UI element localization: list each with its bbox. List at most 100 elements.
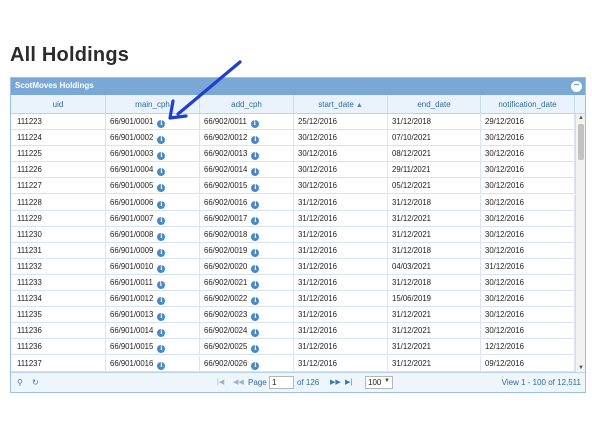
info-icon[interactable]: i bbox=[157, 216, 166, 225]
cell-end-date: 31/12/2018 bbox=[388, 194, 481, 211]
table-row[interactable]: 111235 66/901/0013 i 66/902/0023 i 31/12/2016… bbox=[11, 307, 575, 324]
info-icon[interactable]: i bbox=[156, 281, 165, 289]
table-row[interactable]: 111230 66/901/0008 i 66/902/0018 i 31/12/2016… bbox=[11, 226, 575, 243]
table-row[interactable]: 111232 66/901/0010 i 66/902/0020 i 31/12/2016… bbox=[11, 258, 575, 275]
info-icon[interactable]: i bbox=[251, 152, 260, 161]
cell-value: 66/902/0016 bbox=[204, 197, 248, 207]
cell-main-cph: 66/901/0008 i bbox=[106, 226, 200, 243]
info-icon[interactable]: i bbox=[251, 168, 260, 177]
search-icon[interactable]: ⚲ bbox=[17, 378, 23, 387]
info-icon[interactable]: i bbox=[157, 345, 166, 354]
scroll-up-icon[interactable]: ▲ bbox=[578, 115, 584, 121]
cell-value: 30/12/2016 bbox=[485, 149, 525, 159]
info-icon[interactable]: i bbox=[157, 200, 166, 209]
minus-circle-icon[interactable]: − bbox=[571, 81, 582, 92]
info-icon[interactable]: i bbox=[251, 264, 260, 273]
info-icon[interactable]: i bbox=[157, 248, 166, 257]
info-icon[interactable]: i bbox=[251, 184, 260, 193]
cell-end-date: 15/06/2019 bbox=[388, 291, 481, 308]
cell-value: 111228 bbox=[17, 197, 42, 207]
cell-value: 66/901/0010 bbox=[110, 261, 154, 271]
cell-add-cph: 66/902/0014 i bbox=[200, 162, 294, 179]
cell-value: 66/902/0019 bbox=[204, 245, 248, 255]
column-header-add-cph[interactable]: add_cph bbox=[200, 95, 294, 114]
info-icon[interactable]: i bbox=[251, 248, 260, 257]
info-icon[interactable]: i bbox=[157, 120, 166, 128]
column-header-label: start_date bbox=[318, 100, 354, 109]
table-row[interactable]: 111237 66/901/0016 i 66/902/0026 i 31/12/2016… bbox=[11, 355, 575, 372]
info-icon[interactable]: i bbox=[157, 329, 166, 338]
cell-start-date: 31/12/2016 bbox=[294, 242, 388, 259]
scroll-thumb[interactable] bbox=[578, 124, 584, 160]
cell-uid: 111224 bbox=[11, 130, 106, 147]
table-row[interactable]: 111236 66/901/0014 i 66/902/0024 i 31/12/2016… bbox=[11, 323, 575, 340]
prev-page-icon[interactable]: ◀◀ bbox=[233, 378, 244, 386]
info-icon[interactable]: i bbox=[157, 136, 166, 145]
table-row[interactable]: 111223 66/901/0001 i 66/902/0011 i 25/12/2016… bbox=[11, 114, 575, 130]
cell-value: 66/901/0008 bbox=[110, 229, 154, 239]
table-row[interactable]: 111229 66/901/0007 i 66/902/0017 i 31/12/2016… bbox=[11, 210, 575, 227]
cell-notification-date: 30/12/2016 bbox=[481, 162, 575, 179]
last-page-icon[interactable]: ▶| bbox=[345, 378, 352, 386]
grid-header: uid main_cph add_cph start_date ▲ end_date not… bbox=[11, 95, 585, 114]
info-icon[interactable]: i bbox=[251, 361, 260, 370]
info-icon[interactable]: i bbox=[157, 232, 166, 241]
table-row[interactable]: 111227 66/901/0005 i 66/902/0015 i 30/12/2016… bbox=[11, 178, 575, 195]
vertical-scrollbar[interactable]: ▲ ▼ bbox=[575, 114, 585, 372]
cell-value: 08/12/2021 bbox=[392, 149, 432, 159]
table-row[interactable]: 111224 66/901/0002 i 66/902/0012 i 30/12/2016… bbox=[11, 130, 575, 147]
info-icon[interactable]: i bbox=[157, 361, 166, 370]
sort-ascending-icon[interactable]: ▲ bbox=[356, 102, 363, 109]
info-icon[interactable]: i bbox=[251, 216, 260, 225]
cell-main-cph: 66/901/0002 i bbox=[106, 130, 200, 147]
column-header-start-date[interactable]: start_date ▲ bbox=[294, 95, 388, 114]
column-header-end-date[interactable]: end_date bbox=[388, 95, 481, 114]
info-icon[interactable]: i bbox=[251, 297, 260, 306]
column-header-notification-date[interactable]: notification_date bbox=[481, 95, 575, 114]
table-row[interactable]: 111234 66/901/0012 i 66/902/0022 i 31/12/2016… bbox=[11, 291, 575, 308]
table-row[interactable]: 111231 66/901/0009 i 66/902/0019 i 31/12/2016… bbox=[11, 242, 575, 259]
info-icon[interactable]: i bbox=[157, 264, 166, 273]
info-icon[interactable]: i bbox=[157, 168, 166, 177]
info-icon[interactable]: i bbox=[250, 120, 259, 128]
info-icon[interactable]: i bbox=[251, 313, 260, 322]
cell-value: 66/901/0009 bbox=[110, 245, 154, 255]
table-row[interactable]: 111225 66/901/0003 i 66/902/0013 i 30/12/2016… bbox=[11, 146, 575, 163]
cell-value: 30/12/2016 bbox=[485, 245, 525, 255]
rows-per-page-select[interactable]: 100 ▼ bbox=[365, 376, 393, 389]
cell-value: 66/901/0007 bbox=[110, 213, 154, 223]
info-icon[interactable]: i bbox=[251, 136, 260, 145]
cell-value: 111233 bbox=[17, 278, 42, 287]
info-icon[interactable]: i bbox=[251, 329, 260, 338]
info-icon[interactable]: i bbox=[157, 184, 166, 193]
table-row[interactable]: 111236 66/901/0015 i 66/902/0025 i 31/12/2016… bbox=[11, 339, 575, 356]
refresh-icon[interactable]: ↻ bbox=[32, 378, 39, 387]
info-icon[interactable]: i bbox=[251, 200, 260, 209]
info-icon[interactable]: i bbox=[251, 345, 260, 354]
cell-value: 30/12/2016 bbox=[485, 310, 525, 320]
cell-start-date: 31/12/2016 bbox=[294, 355, 388, 372]
cell-add-cph: 66/902/0019 i bbox=[200, 242, 294, 259]
scroll-down-icon[interactable]: ▼ bbox=[578, 365, 584, 371]
info-icon[interactable]: i bbox=[157, 152, 166, 161]
column-header-main-cph[interactable]: main_cph bbox=[106, 95, 200, 114]
column-header-label: notification_date bbox=[498, 100, 557, 109]
first-page-icon[interactable]: |◀ bbox=[217, 378, 224, 386]
info-icon[interactable]: i bbox=[251, 281, 260, 289]
table-row[interactable]: 111233 66/901/0011 i 66/902/0021 i 31/12/2016… bbox=[11, 275, 575, 291]
next-page-icon[interactable]: ▶▶ bbox=[330, 378, 341, 386]
table-row[interactable]: 111228 66/901/0006 i 66/902/0016 i 31/12/2016… bbox=[11, 194, 575, 211]
grid-caption: ScotMoves Holdings − bbox=[11, 78, 585, 95]
cell-main-cph: 66/901/0013 i bbox=[106, 307, 200, 324]
info-icon[interactable]: i bbox=[251, 232, 260, 241]
cell-value: 111225 bbox=[17, 149, 42, 159]
info-icon[interactable]: i bbox=[157, 313, 166, 322]
table-row[interactable]: 111226 66/901/0004 i 66/902/0014 i 30/12/2016… bbox=[11, 162, 575, 179]
info-icon[interactable]: i bbox=[157, 297, 166, 306]
cell-value: 111236 bbox=[17, 326, 42, 336]
cell-value: 30/12/2016 bbox=[298, 165, 338, 175]
column-header-uid[interactable]: uid bbox=[11, 95, 106, 114]
cell-uid: 111236 bbox=[11, 339, 106, 356]
page-number-input[interactable] bbox=[269, 376, 294, 389]
cell-value: 111231 bbox=[17, 245, 42, 255]
